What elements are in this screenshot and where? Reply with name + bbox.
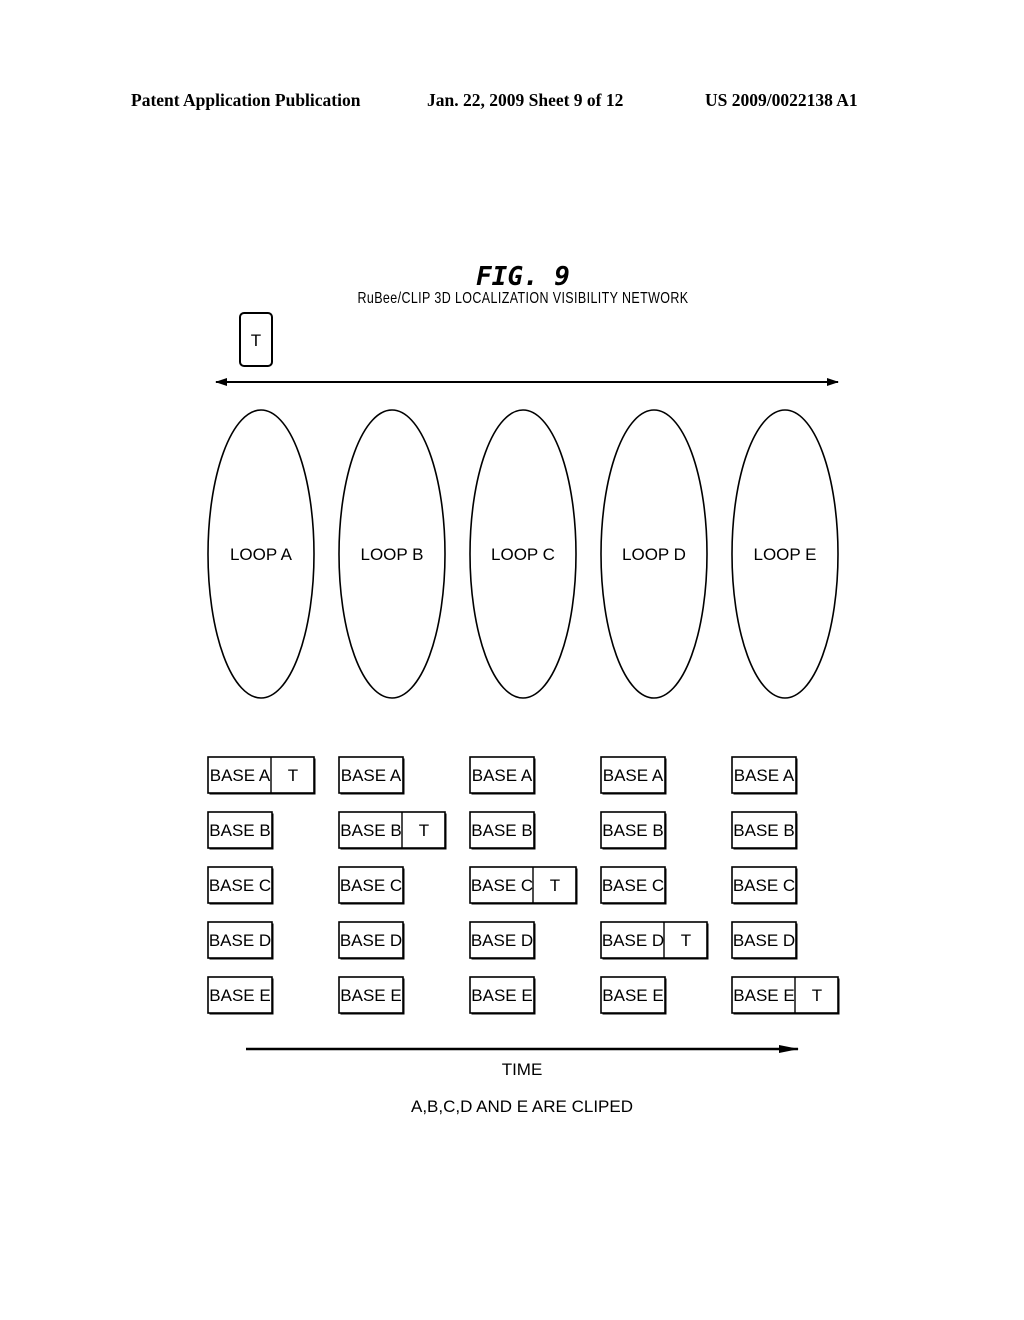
base-label: BASE C <box>471 876 533 895</box>
tag-label: T <box>812 986 822 1005</box>
base-label: BASE A <box>603 766 664 785</box>
base-station: BASE B T <box>338 811 447 850</box>
loop-label: LOOP C <box>491 545 555 564</box>
base-station: BASE A <box>469 756 536 795</box>
base-station: BASE C <box>207 866 274 905</box>
base-station: BASE B <box>731 811 798 850</box>
base-label: BASE E <box>340 986 401 1005</box>
base-label: BASE E <box>209 986 270 1005</box>
base-label: BASE C <box>209 876 271 895</box>
base-label: BASE B <box>340 821 401 840</box>
base-label: BASE B <box>733 821 794 840</box>
base-label: BASE A <box>210 766 271 785</box>
base-station: BASE A T <box>207 756 316 795</box>
caption: A,B,C,D AND E ARE CLIPED <box>411 1097 633 1116</box>
mobile-tag-label: T <box>251 331 261 350</box>
base-label: BASE D <box>340 931 402 950</box>
base-station: BASE D <box>338 921 405 960</box>
base-station: BASE C <box>600 866 667 905</box>
loop-label: LOOP D <box>622 545 686 564</box>
tag-label: T <box>550 876 560 895</box>
base-station: BASE C T <box>469 866 578 905</box>
base-station: BASE D T <box>600 921 709 960</box>
loop-label: LOOP B <box>361 545 424 564</box>
loop-label: LOOP A <box>230 545 293 564</box>
base-label: BASE D <box>209 931 271 950</box>
loop-a: LOOP A <box>207 409 315 699</box>
base-label: BASE B <box>602 821 663 840</box>
base-label: BASE C <box>340 876 402 895</box>
base-label: BASE A <box>734 766 795 785</box>
base-station: BASE C <box>338 866 405 905</box>
base-station: BASE E <box>600 976 667 1015</box>
base-label: BASE D <box>733 931 795 950</box>
tag-label: T <box>681 931 691 950</box>
base-station: BASE E <box>338 976 405 1015</box>
mobile-tag: T <box>239 312 273 367</box>
base-label: BASE B <box>209 821 270 840</box>
base-label: BASE E <box>602 986 663 1005</box>
base-label: BASE B <box>471 821 532 840</box>
base-station: BASE B <box>600 811 667 850</box>
base-station: BASE B <box>207 811 274 850</box>
base-label: BASE A <box>472 766 533 785</box>
base-label: BASE E <box>733 986 794 1005</box>
base-station: BASE D <box>207 921 274 960</box>
base-station: BASE D <box>731 921 798 960</box>
loop-d: LOOP D <box>600 409 708 699</box>
diagram-canvas: T LOOP A LOOP B LOOP C LOOP D LOOP E BASE A T… <box>207 312 840 1116</box>
base-station: BASE E <box>207 976 274 1015</box>
base-station: BASE A <box>338 756 405 795</box>
base-station: BASE E <box>469 976 536 1015</box>
loops-group: LOOP A LOOP B LOOP C LOOP D LOOP E <box>207 409 839 699</box>
base-label: BASE E <box>471 986 532 1005</box>
base-station: BASE B <box>469 811 536 850</box>
loop-c: LOOP C <box>469 409 577 699</box>
base-station: BASE A <box>600 756 667 795</box>
time-label: TIME <box>502 1060 543 1079</box>
base-label: BASE C <box>602 876 664 895</box>
base-station: BASE A <box>731 756 798 795</box>
base-station: BASE D <box>469 921 536 960</box>
tag-label: T <box>419 821 429 840</box>
base-label: BASE D <box>471 931 533 950</box>
loop-label: LOOP E <box>754 545 817 564</box>
loop-b: LOOP B <box>338 409 446 699</box>
base-station: BASE C <box>731 866 798 905</box>
base-station: BASE E T <box>731 976 840 1015</box>
base-label: BASE D <box>602 931 664 950</box>
base-label: BASE C <box>733 876 795 895</box>
base-label: BASE A <box>341 766 402 785</box>
loop-e: LOOP E <box>731 409 839 699</box>
bases-group: BASE A TBASE BBASE CBASE DBASE EBASE ABAS… <box>207 756 840 1015</box>
tag-label: T <box>288 766 298 785</box>
